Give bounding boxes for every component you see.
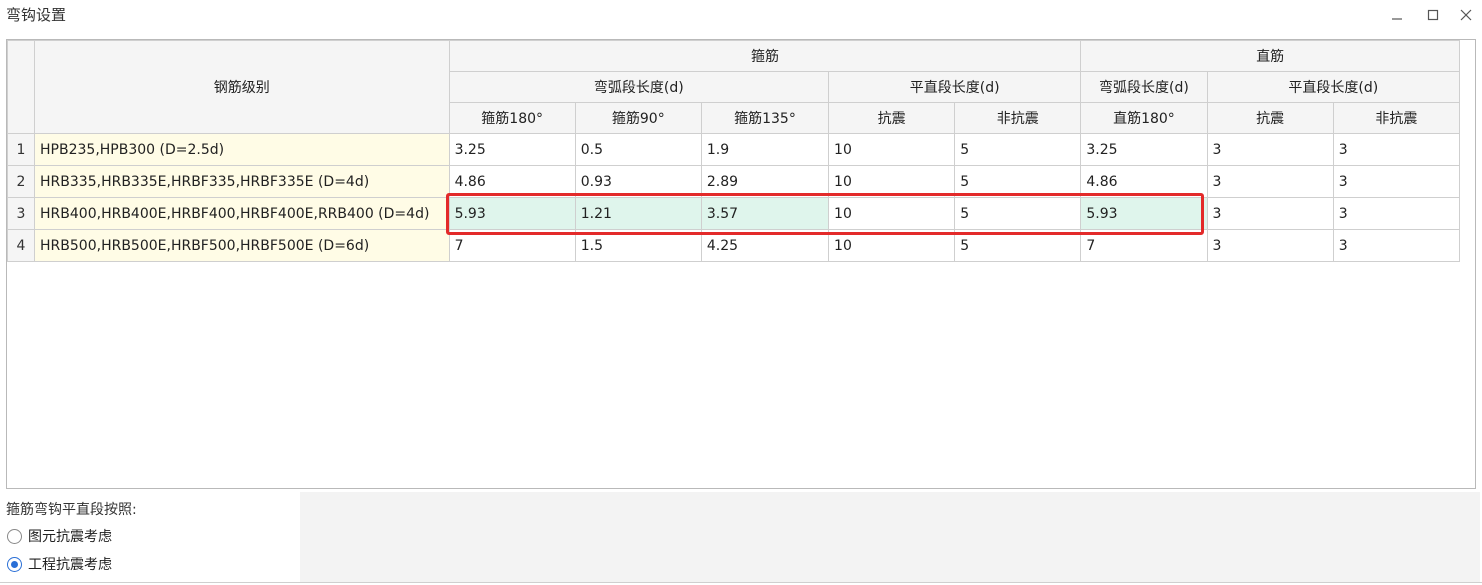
value-cell[interactable]: 3 (1332, 197, 1461, 230)
grade-cell[interactable]: HRB335,HRB335E,HRBF335,HRBF335E (D=4d) (34, 165, 450, 198)
hook-settings-window: 弯钩设置 钢筋级别 箍筋 直筋 弯弧段长度(d) 平直段长度(d) 弯弧段长度(… (0, 0, 1482, 585)
hook-settings-grid: 钢筋级别 箍筋 直筋 弯弧段长度(d) 平直段长度(d) 弯弧段长度(d) 平直… (6, 39, 1476, 489)
col-header[interactable]: 箍筋90° (574, 102, 702, 134)
close-button[interactable] (1451, 2, 1481, 28)
value-cell[interactable]: 3 (1206, 165, 1334, 198)
value-cell[interactable]: 10 (828, 229, 956, 262)
value-cell[interactable]: 7 (1080, 229, 1208, 262)
radio-checked-icon (7, 556, 22, 572)
row-number: 2 (6, 165, 36, 198)
col-header[interactable]: 箍筋135° (700, 102, 830, 134)
value-cell[interactable]: 5 (954, 133, 1082, 166)
value-cell-highlighted[interactable]: 5.93 (1080, 197, 1208, 230)
radio-label: 图元抗震考虑 (28, 529, 112, 545)
header-straight-group: 直筋 (1080, 40, 1460, 72)
minimize-button[interactable] (1382, 2, 1412, 28)
table-row[interactable]: 1 HPB235,HPB300 (D=2.5d) 3.25 0.5 1.9 10… (6, 133, 1461, 166)
value-cell[interactable]: 1.5 (574, 229, 702, 262)
value-cell[interactable]: 5 (954, 197, 1082, 230)
value-cell[interactable]: 10 (828, 165, 956, 198)
col-header[interactable]: 非抗震 (1332, 102, 1461, 134)
value-cell[interactable]: 3 (1332, 165, 1461, 198)
table-row[interactable]: 2 HRB335,HRB335E,HRBF335,HRBF335E (D=4d)… (6, 165, 1461, 198)
row-number: 3 (6, 197, 36, 230)
value-cell-highlighted[interactable]: 5.93 (448, 197, 576, 230)
header-stirrup-flat: 平直段长度(d) (828, 71, 1082, 103)
divider (0, 582, 1482, 583)
radio-unchecked-icon (7, 528, 22, 544)
col-header[interactable]: 抗震 (828, 102, 956, 134)
header-stirrup-arc: 弯弧段长度(d) (448, 71, 830, 103)
value-cell[interactable]: 10 (828, 197, 956, 230)
header-stirrup-group: 箍筋 (448, 40, 1082, 72)
value-cell[interactable]: 4.86 (1080, 165, 1208, 198)
maximize-button[interactable] (1418, 2, 1448, 28)
value-cell-highlighted[interactable]: 1.21 (574, 197, 702, 230)
value-cell[interactable]: 3 (1332, 229, 1461, 262)
value-cell[interactable]: 2.89 (700, 165, 830, 198)
header-straight-flat: 平直段长度(d) (1206, 71, 1461, 103)
col-header[interactable]: 抗震 (1206, 102, 1334, 134)
close-icon (1460, 9, 1472, 21)
value-cell[interactable]: 3.25 (1080, 133, 1208, 166)
value-cell[interactable]: 4.86 (448, 165, 576, 198)
value-cell[interactable]: 7 (448, 229, 576, 262)
grade-cell[interactable]: HPB235,HPB300 (D=2.5d) (34, 133, 450, 166)
grade-cell[interactable]: HRB400,HRB400E,HRBF400,HRBF400E,RRB400 (… (34, 197, 450, 230)
row-number: 1 (6, 133, 36, 166)
radio-element-seismic[interactable]: 图元抗震考虑 (7, 526, 112, 546)
value-cell[interactable]: 5 (954, 229, 1082, 262)
value-cell[interactable]: 3 (1206, 133, 1334, 166)
col-header[interactable]: 直筋180° (1080, 102, 1208, 134)
options-label: 箍筋弯钩平直段按照: (6, 502, 137, 518)
title-bar: 弯钩设置 (0, 0, 1482, 32)
value-cell[interactable]: 3.25 (448, 133, 576, 166)
header-straight-arc: 弯弧段长度(d) (1080, 71, 1208, 103)
table-row[interactable]: 4 HRB500,HRB500E,HRBF500,HRBF500E (D=6d)… (6, 229, 1461, 262)
radio-label: 工程抗震考虑 (28, 557, 112, 573)
value-cell[interactable]: 0.93 (574, 165, 702, 198)
value-cell[interactable]: 3 (1206, 197, 1334, 230)
grade-cell[interactable]: HRB500,HRB500E,HRBF500,HRBF500E (D=6d) (34, 229, 450, 262)
window-title: 弯钩设置 (6, 6, 67, 24)
table-row-selected[interactable]: 3 HRB400,HRB400E,HRBF400,HRBF400E,RRB400… (6, 197, 1461, 230)
value-cell[interactable]: 3 (1206, 229, 1334, 262)
value-cell[interactable]: 3 (1332, 133, 1461, 166)
value-cell[interactable]: 10 (828, 133, 956, 166)
radio-project-seismic[interactable]: 工程抗震考虑 (7, 554, 112, 574)
corner-cell (6, 40, 36, 134)
stirrup-hook-options: 箍筋弯钩平直段按照: 图元抗震考虑 工程抗震考虑 (0, 490, 1482, 585)
minimize-icon (1392, 18, 1402, 20)
hook-table: 钢筋级别 箍筋 直筋 弯弧段长度(d) 平直段长度(d) 弯弧段长度(d) 平直… (6, 40, 1461, 262)
header-grade: 钢筋级别 (34, 40, 450, 134)
value-cell[interactable]: 4.25 (700, 229, 830, 262)
value-cell[interactable]: 0.5 (574, 133, 702, 166)
value-cell-highlighted[interactable]: 3.57 (700, 197, 830, 230)
value-cell[interactable]: 1.9 (700, 133, 830, 166)
value-cell[interactable]: 5 (954, 165, 1082, 198)
col-header[interactable]: 非抗震 (954, 102, 1082, 134)
maximize-icon (1427, 9, 1439, 21)
col-header[interactable]: 箍筋180° (448, 102, 576, 134)
row-number: 4 (6, 229, 36, 262)
